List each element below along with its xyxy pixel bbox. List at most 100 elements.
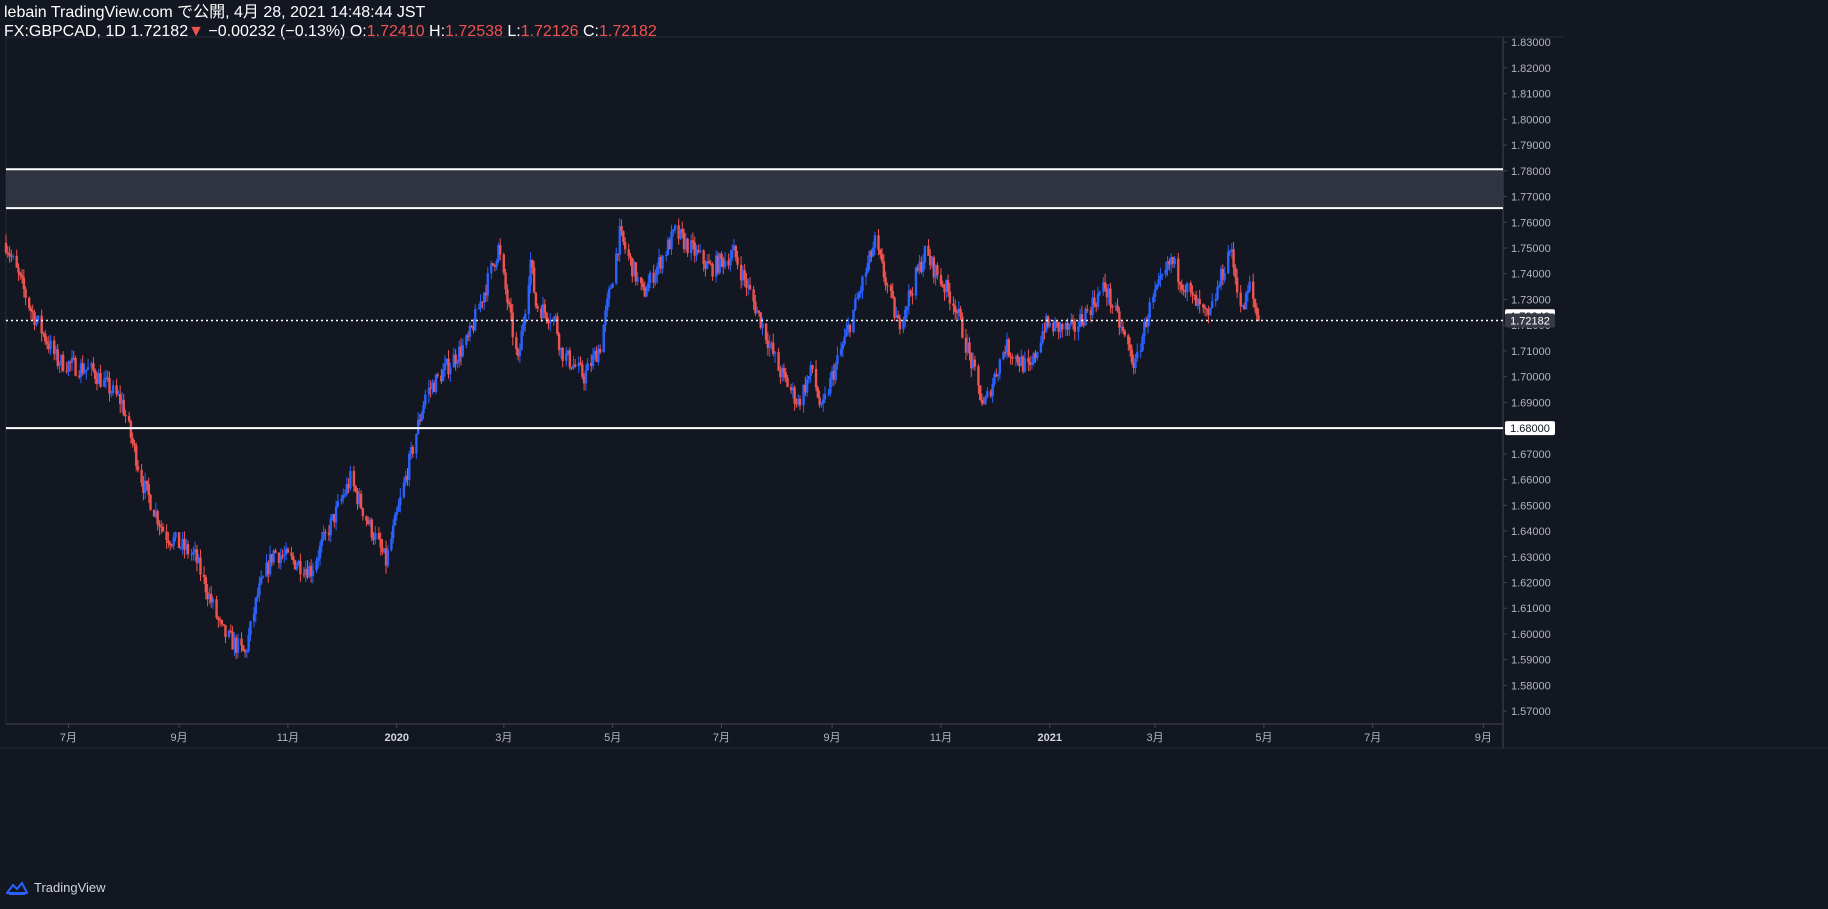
- price-label-1: 1.72182: [1510, 315, 1550, 327]
- candle-body-418: [873, 235, 877, 248]
- candle-body-477: [996, 373, 1000, 377]
- candle-body-590: [1232, 249, 1235, 268]
- candle-body-65: [140, 469, 143, 483]
- tradingview-brand[interactable]: TradingView: [6, 880, 106, 895]
- candle-body-217: [456, 362, 459, 364]
- candle-body-166: [349, 471, 352, 489]
- candle-body-526: [1098, 291, 1101, 294]
- candle-body-393: [821, 399, 825, 404]
- candle-body-47: [102, 379, 106, 387]
- candle-body-81: [172, 537, 175, 546]
- price-label-2: 1.68000: [1510, 423, 1550, 435]
- candle-body-313: [656, 266, 659, 276]
- candle-body-104: [220, 620, 224, 625]
- y-tick-label-16: 1.67000: [1511, 449, 1551, 461]
- candle-body-46: [99, 373, 102, 387]
- y-tick-label-14: 1.69000: [1511, 397, 1551, 409]
- candle-body-12: [29, 308, 33, 312]
- candle-body-582: [1216, 287, 1219, 300]
- candle-body-138: [292, 555, 295, 561]
- candle-body-534: [1116, 305, 1119, 312]
- candle-body-557: [1164, 269, 1167, 275]
- candle-body-94: [199, 557, 202, 575]
- candle-body-523: [1093, 297, 1096, 305]
- candle-body-293: [615, 253, 618, 284]
- y-tick-label-26: 1.57000: [1511, 706, 1551, 718]
- candle-body-282: [591, 354, 595, 366]
- candle-body-553: [1155, 284, 1159, 290]
- candle-body-583: [1218, 285, 1221, 288]
- candle-body-239: [502, 254, 506, 273]
- candle-body-179: [377, 533, 381, 539]
- candle-body-348: [729, 257, 732, 266]
- candle-body-16: [36, 315, 40, 320]
- x-tick-label-5: 5月: [604, 732, 621, 744]
- candle-body-149: [315, 560, 318, 571]
- candle-body-593: [1239, 292, 1242, 307]
- candle-body-50: [108, 378, 111, 394]
- candle-body-114: [242, 645, 245, 651]
- candle-body-40: [86, 367, 90, 370]
- candle-body-483: [1009, 355, 1012, 357]
- candle-body-355: [743, 270, 746, 280]
- candle-body-232: [486, 273, 489, 296]
- candle-body-220: [461, 345, 464, 357]
- candle-body-421: [880, 254, 884, 262]
- candle-body-321: [672, 229, 675, 232]
- x-tick-label-1: 9月: [171, 732, 188, 744]
- candle-body-441: [921, 262, 925, 272]
- candle-body-498: [1041, 331, 1044, 343]
- candle-body-287: [602, 325, 605, 353]
- candle-body-250: [524, 313, 527, 324]
- x-tick-label-7: 9月: [824, 732, 841, 744]
- candle-body-140: [295, 565, 299, 570]
- candle-body-52: [111, 385, 115, 393]
- candle-body-117: [247, 635, 250, 651]
- candle-body-359: [752, 289, 755, 302]
- candle-body-404: [845, 329, 848, 337]
- candle-body-493: [1030, 362, 1034, 365]
- candle-body-236: [495, 260, 498, 267]
- candle-body-537: [1121, 326, 1125, 331]
- candle-body-207: [434, 374, 438, 393]
- candle-body-121: [256, 595, 259, 598]
- candle-body-486: [1016, 355, 1019, 363]
- y-tick-label-17: 1.66000: [1511, 475, 1551, 487]
- candle-body-420: [879, 249, 882, 255]
- candle-body-4: [11, 255, 15, 257]
- candle-body-268: [561, 347, 564, 361]
- resistance-zone: [6, 169, 1503, 209]
- candle-body-255: [534, 292, 538, 307]
- price-chart[interactable]: 1.83000 1.82000 1.81000 1.80000 1.79000 1.780…: [0, 0, 1828, 909]
- candle-body-210: [441, 369, 445, 382]
- candle-body-471: [984, 396, 987, 404]
- candle-body-102: [217, 617, 220, 620]
- candle-body-194: [408, 453, 411, 480]
- candle-body-587: [1227, 251, 1230, 274]
- candle-body-34: [74, 357, 77, 376]
- candle-body-312: [654, 275, 657, 283]
- y-tick-label-21: 1.62000: [1511, 577, 1551, 589]
- candle-body-130: [274, 550, 277, 553]
- candle-body-180: [379, 538, 382, 548]
- candle-body-576: [1203, 307, 1207, 309]
- candle-body-362: [757, 310, 761, 313]
- candle-body-591: [1234, 267, 1237, 278]
- candle-body-259: [543, 304, 547, 313]
- candle-body-424: [886, 285, 889, 287]
- candle-body-525: [1096, 293, 1100, 307]
- candle-body-11: [27, 297, 31, 309]
- candle-body-427: [893, 297, 896, 318]
- candle-body-142: [299, 560, 302, 575]
- candle-body-297: [622, 231, 625, 242]
- candle-body-167: [352, 471, 356, 487]
- candle-body-90: [192, 552, 195, 555]
- candle-body-386: [807, 376, 811, 380]
- candle-body-189: [397, 504, 400, 512]
- candle-body-265: [556, 316, 559, 335]
- candle-body-463: [968, 342, 971, 354]
- candle-body-414: [866, 263, 870, 273]
- candle-body-504: [1053, 321, 1057, 332]
- candle-body-43: [94, 370, 97, 379]
- candle-body-480: [1003, 352, 1007, 354]
